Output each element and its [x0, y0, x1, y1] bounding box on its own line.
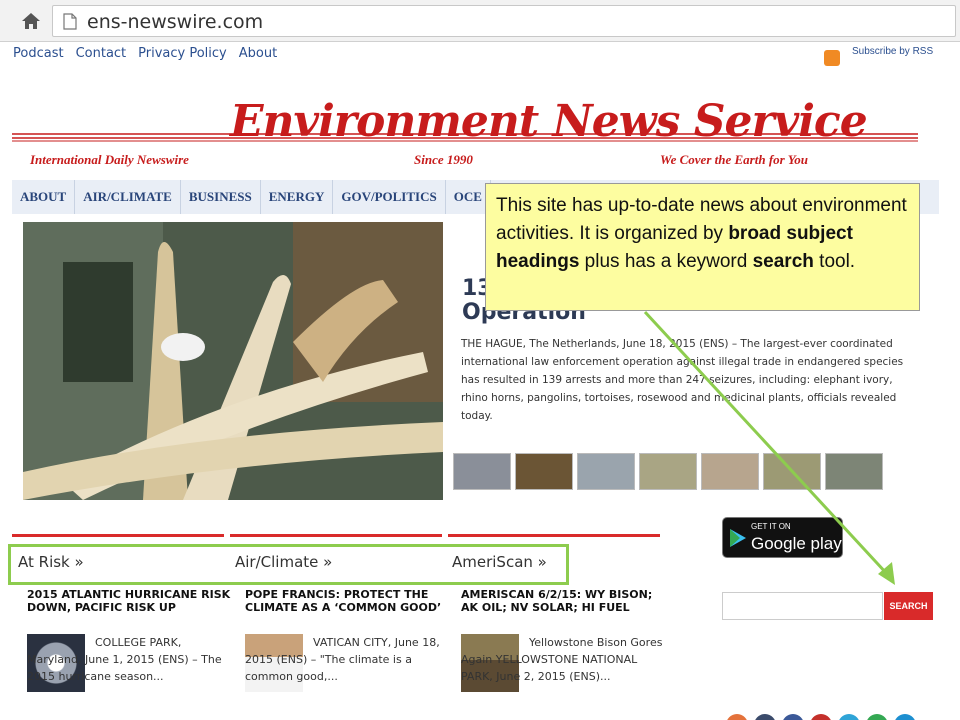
top-links: Podcast Contact Privacy Policy About — [13, 46, 277, 61]
masthead-title: Environment News Service — [230, 96, 868, 147]
gplay-big-text: Google play — [751, 534, 842, 553]
article-title[interactable]: 2015 ATLANTIC HURRICANE RISK DOWN, PACIF… — [27, 588, 233, 614]
url-text: ens-newswire.com — [87, 11, 264, 33]
social-icon[interactable] — [810, 714, 832, 720]
article-excerpt: COLLEGE PARK, Maryland, June 1, 2015 (EN… — [27, 636, 222, 683]
featured-photo-art — [23, 222, 443, 500]
home-icon[interactable] — [20, 10, 42, 32]
nav-about[interactable]: ABOUT — [12, 180, 76, 214]
search-button[interactable]: SEARCH — [884, 592, 933, 620]
thumbnail[interactable] — [701, 453, 759, 490]
rss-icon[interactable] — [824, 50, 840, 66]
address-bar[interactable]: ens-newswire.com — [52, 5, 956, 37]
link-contact[interactable]: Contact — [76, 46, 127, 61]
social-icon[interactable] — [838, 714, 860, 720]
search-input[interactable] — [722, 592, 883, 620]
story-thumbnails — [453, 453, 883, 490]
tagline-right: We Cover the Earth for You — [660, 152, 808, 167]
annotation-callout: This site has up-to-date news about envi… — [485, 183, 920, 311]
social-icon[interactable] — [754, 714, 776, 720]
article-excerpt: Yellowstone Bison Gores Again YELLOWSTON… — [461, 636, 663, 683]
browser-toolbar: ens-newswire.com — [0, 0, 960, 42]
section-rule — [230, 534, 442, 537]
thumbnail[interactable] — [825, 453, 883, 490]
play-icon — [730, 529, 746, 547]
section-rule — [448, 534, 660, 537]
article-column: POPE FRANCIS: PROTECT THE CLIMATE AS A ‘… — [245, 588, 451, 692]
story-body: THE HAGUE, The Netherlands, June 18, 201… — [461, 338, 904, 422]
callout-bold-search: search — [752, 251, 814, 272]
link-privacy-policy[interactable]: Privacy Policy — [138, 46, 227, 61]
tagline-mid: Since 1990 — [414, 152, 473, 167]
link-podcast[interactable]: Podcast — [13, 46, 64, 61]
social-icon[interactable] — [894, 714, 916, 720]
social-icon[interactable] — [866, 714, 888, 720]
article-column: AMERISCAN 6/2/15: WY BISON; AK OIL; NV S… — [461, 588, 667, 692]
social-icon[interactable] — [782, 714, 804, 720]
callout-text-3: tool. — [813, 251, 856, 272]
thumbnail[interactable] — [639, 453, 697, 490]
article-column: 2015 ATLANTIC HURRICANE RISK DOWN, PACIF… — [27, 588, 233, 692]
social-icon[interactable] — [726, 714, 748, 720]
article-excerpt: VATICAN CITY, June 18, 2015 (ENS) – "The… — [245, 636, 440, 683]
thumbnail[interactable] — [763, 453, 821, 490]
link-about[interactable]: About — [239, 46, 277, 61]
tagline-left: International Daily Newswire — [30, 152, 189, 167]
gplay-small-text: GET IT ON — [751, 522, 791, 531]
rss-link[interactable]: Subscribe by RSS — [852, 46, 933, 57]
page-icon — [63, 13, 77, 30]
section-rule — [12, 534, 224, 537]
google-play-badge[interactable]: GET IT ON Google play — [722, 517, 843, 558]
nav-gov-politics[interactable]: GOV/POLITICS — [333, 180, 446, 214]
thumbnail[interactable] — [453, 453, 511, 490]
article-title[interactable]: AMERISCAN 6/2/15: WY BISON; AK OIL; NV S… — [461, 588, 667, 614]
featured-photo[interactable] — [23, 222, 443, 500]
masthead-logo[interactable]: Environment News Service International D… — [12, 96, 922, 176]
section-highlight-box — [8, 544, 569, 585]
thumbnail[interactable] — [577, 453, 635, 490]
article-title[interactable]: POPE FRANCIS: PROTECT THE CLIMATE AS A ‘… — [245, 588, 451, 614]
thumbnail[interactable] — [515, 453, 573, 490]
nav-business[interactable]: BUSINESS — [181, 180, 261, 214]
nav-energy[interactable]: ENERGY — [261, 180, 334, 214]
callout-text-2: plus has a keyword — [579, 251, 753, 272]
nav-air-climate[interactable]: AIR/CLIMATE — [75, 180, 181, 214]
